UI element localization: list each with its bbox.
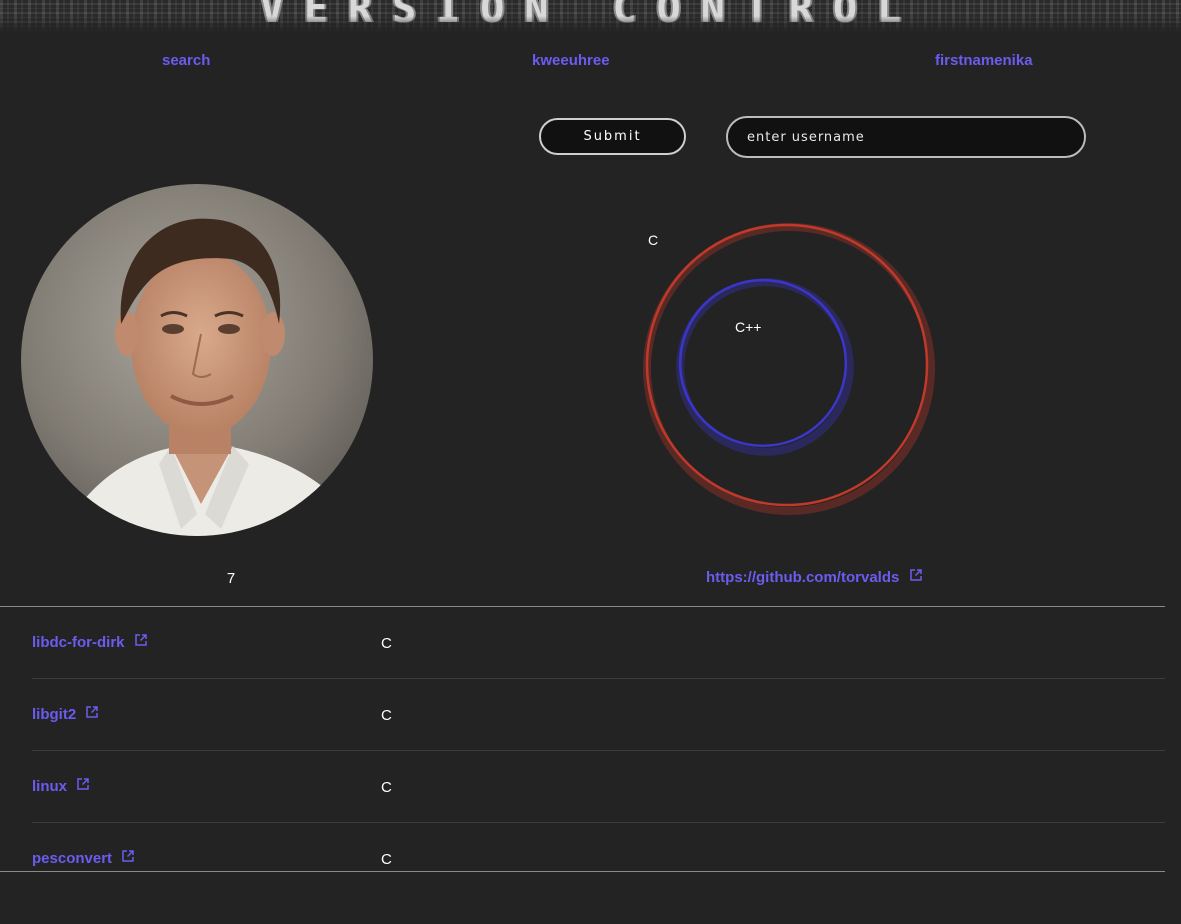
language-bubble-chart: C C++ xyxy=(643,223,935,515)
nav-link-kweeuhree[interactable]: kweeuhree xyxy=(532,52,610,69)
repo-name: libdc-for-dirk xyxy=(32,634,125,651)
bubble-label: C++ xyxy=(735,319,761,335)
repo-link[interactable]: pesconvert xyxy=(32,850,134,867)
repo-link[interactable]: libgit2 xyxy=(32,706,99,723)
repo-row: libgit2 C xyxy=(32,679,1165,751)
nav-link-firstnamenika[interactable]: firstnamenika xyxy=(935,52,1033,69)
repo-link[interactable]: linux xyxy=(32,778,89,795)
repo-name: pesconvert xyxy=(32,850,113,867)
avatar-portrait xyxy=(21,184,373,536)
banner-fade xyxy=(0,16,1181,32)
repo-row: libdc-for-dirk C xyxy=(32,607,1165,679)
repo-name: linux xyxy=(32,778,68,795)
banner: VERSION CONTROL xyxy=(0,0,1181,32)
repo-name: libgit2 xyxy=(32,706,77,723)
external-link-icon xyxy=(122,850,134,862)
repo-row: pesconvert C xyxy=(32,823,1165,871)
bubble-label: C xyxy=(648,232,658,248)
repo-row: linux C xyxy=(32,751,1165,823)
github-profile-link[interactable]: https://github.com/torvalds xyxy=(706,569,922,586)
avatar xyxy=(21,184,373,536)
bubble-cpp xyxy=(678,278,848,448)
nav-link-search[interactable]: search xyxy=(162,52,210,69)
external-link-icon xyxy=(134,634,147,646)
external-link-icon xyxy=(86,706,99,718)
repo-language: C xyxy=(381,707,392,724)
external-link-icon xyxy=(77,778,89,790)
repo-count: 7 xyxy=(226,570,236,587)
repo-language: C xyxy=(381,851,392,868)
repo-language: C xyxy=(381,779,392,796)
repo-language: C xyxy=(381,635,392,652)
submit-button[interactable]: Submit xyxy=(539,118,686,155)
github-profile-url: https://github.com/torvalds xyxy=(706,569,900,586)
divider-bottom xyxy=(0,871,1165,872)
external-link-icon xyxy=(909,569,922,581)
repo-list: libdc-for-dirk C libgit2 C linux C pesco… xyxy=(32,607,1165,871)
username-input[interactable] xyxy=(726,116,1086,158)
repo-link[interactable]: libdc-for-dirk xyxy=(32,634,147,651)
